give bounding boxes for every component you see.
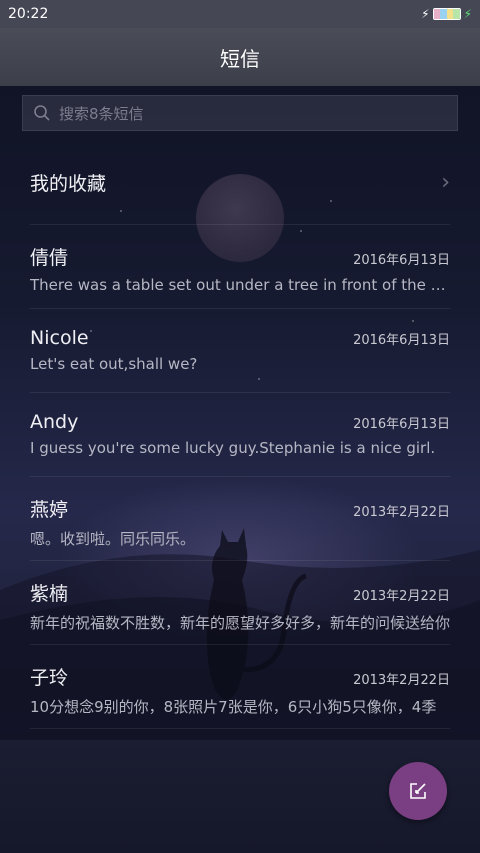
conversation-item[interactable]: Nicole 2016年6月13日 Let's eat out,shall we…: [30, 309, 450, 393]
message-date: 2013年2月22日: [353, 505, 450, 520]
message-date: 2016年6月13日: [353, 333, 450, 348]
message-snippet: I guess you're some lucky guy.Stephanie …: [30, 439, 436, 457]
conversation-list: 我的收藏 › 倩倩 2016年6月13日 There was a table s…: [30, 140, 450, 729]
conversation-item[interactable]: 燕婷 2013年2月22日 嗯。收到啦。同乐同乐。: [30, 477, 450, 561]
status-time: 20:22: [8, 6, 49, 22]
message-snippet: 10分想念9别的你，8张照片7张是你，6只小狗5只像你，4季: [30, 698, 437, 716]
message-snippet: Let's eat out,shall we?: [30, 355, 198, 373]
favorites-item[interactable]: 我的收藏 ›: [30, 140, 450, 225]
status-icons: ⚡ ⚡: [421, 7, 472, 21]
message-date: 2016年6月13日: [353, 417, 450, 432]
contact-name: 子玲: [30, 667, 69, 689]
search-placeholder: 搜索8条短信: [59, 104, 144, 123]
conversation-item[interactable]: 紫楠 2013年2月22日 新年的祝福数不胜数，新年的愿望好多好多，新年的问候送…: [30, 561, 450, 645]
contact-name: 紫楠: [30, 583, 69, 605]
compose-icon: [410, 783, 426, 799]
conversation-item[interactable]: 子玲 2013年2月22日 10分想念9别的你，8张照片7张是你，6只小狗5只像…: [30, 645, 450, 729]
message-date: 2013年2月22日: [353, 589, 450, 604]
battery-icon: [432, 8, 461, 20]
contact-name: Nicole: [30, 327, 89, 349]
search-icon: [34, 105, 50, 121]
conversation-item[interactable]: 倩倩 2016年6月13日 There was a table set out …: [30, 225, 450, 309]
status-bar: 20:22 ⚡ ⚡: [0, 0, 480, 28]
contact-name: Andy: [30, 411, 79, 433]
conversation-item[interactable]: Andy 2016年6月13日 I guess you're some luck…: [30, 393, 450, 477]
message-date: 2013年2月22日: [353, 673, 450, 688]
contact-name: 倩倩: [30, 247, 69, 269]
search-input[interactable]: 搜索8条短信: [22, 95, 458, 131]
compose-button[interactable]: [389, 762, 447, 820]
page-title: 短信: [220, 46, 260, 71]
message-snippet: There was a table set out under a tree i…: [30, 276, 450, 294]
title-bar: 短信: [0, 28, 480, 86]
message-snippet: 嗯。收到啦。同乐同乐。: [30, 530, 196, 548]
contact-name: 燕婷: [30, 499, 69, 521]
charging-icon: ⚡: [463, 7, 472, 21]
favorites-label: 我的收藏: [30, 172, 107, 195]
chevron-right-icon: ›: [441, 169, 450, 195]
message-snippet: 新年的祝福数不胜数，新年的愿望好多好多，新年的问候送给你: [30, 614, 450, 632]
message-date: 2016年6月13日: [353, 253, 450, 268]
charging-icon: ⚡: [421, 7, 430, 21]
